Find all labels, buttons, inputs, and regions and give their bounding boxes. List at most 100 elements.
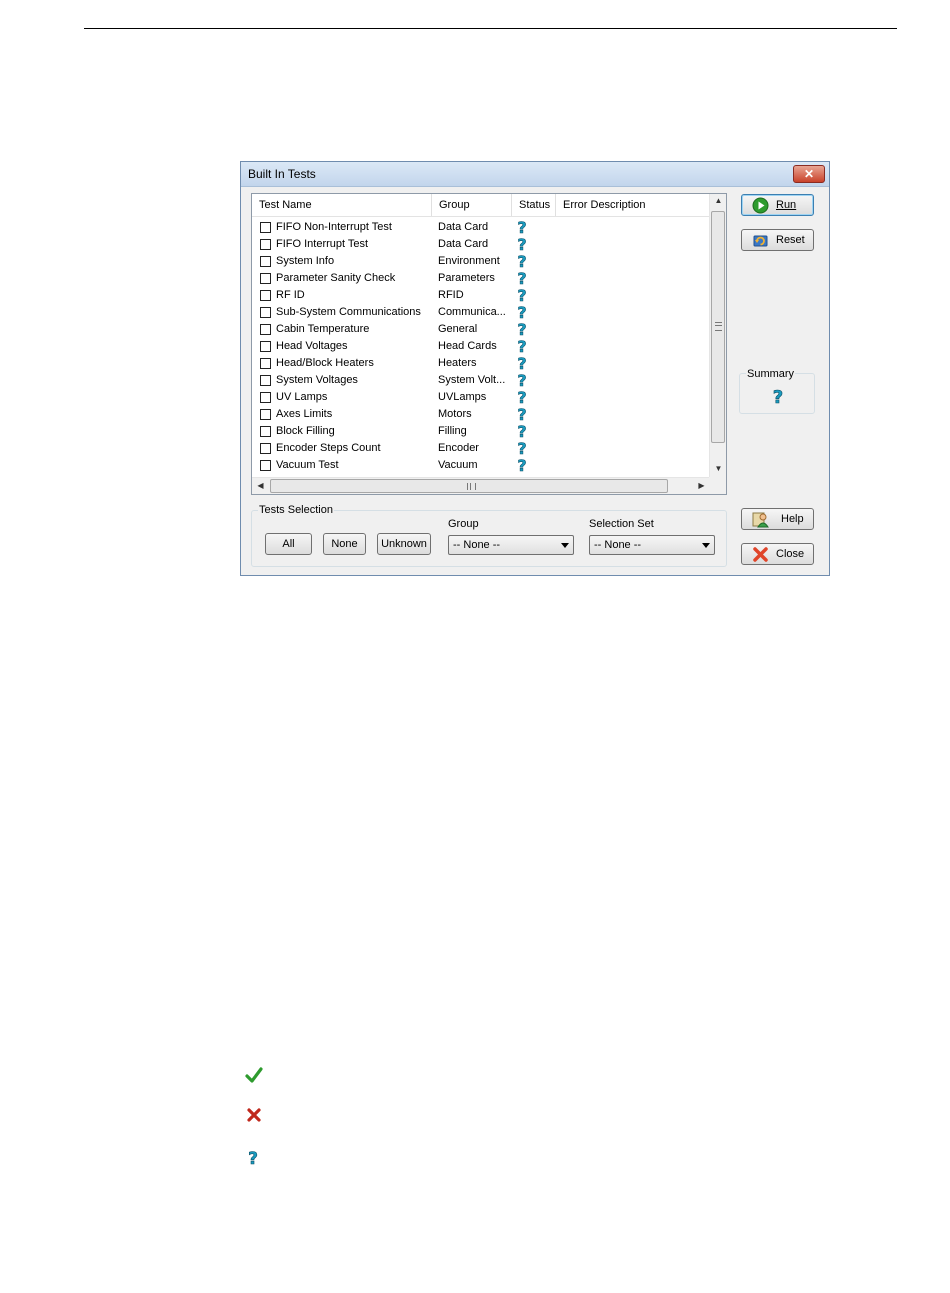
question-icon: ?: [517, 337, 527, 354]
row-checkbox[interactable]: [260, 443, 271, 454]
table-row[interactable]: Axes Limits Motors?: [252, 405, 710, 423]
row-checkbox[interactable]: [260, 324, 271, 335]
row-group: Heaters: [438, 357, 477, 369]
table-row[interactable]: UV Lamps UVLamps?: [252, 388, 710, 406]
chevron-down-icon: [702, 543, 710, 548]
row-test-name: Cabin Temperature: [276, 323, 370, 335]
svg-text:?: ?: [517, 235, 526, 252]
select-unknown-button[interactable]: Unknown: [377, 533, 431, 555]
table-row[interactable]: Vacuum Test Vacuum?: [252, 456, 710, 474]
svg-text:?: ?: [517, 303, 526, 320]
row-group: Environment: [438, 255, 500, 267]
svg-text:?: ?: [517, 388, 526, 405]
vertical-scrollbar[interactable]: ▲ ▼: [709, 194, 726, 477]
row-checkbox[interactable]: [260, 358, 271, 369]
reset-icon: [753, 235, 768, 247]
select-all-button[interactable]: All: [265, 533, 312, 555]
scroll-down-icon[interactable]: ▼: [710, 464, 726, 473]
row-checkbox[interactable]: [260, 426, 271, 437]
table-row[interactable]: Head/Block Heaters Heaters?: [252, 354, 710, 372]
close-label: Close: [776, 548, 805, 560]
question-icon: ?: [517, 303, 527, 320]
selection-set-label: Selection Set: [589, 518, 654, 530]
row-checkbox[interactable]: [260, 256, 271, 267]
horizontal-scrollbar[interactable]: ◀ ▶: [252, 477, 710, 494]
row-group: General: [438, 323, 478, 335]
row-test-name: FIFO Non-Interrupt Test: [276, 221, 392, 233]
column-error-description[interactable]: Error Description: [556, 194, 710, 216]
question-icon: ?: [517, 371, 527, 388]
svg-text:?: ?: [517, 439, 526, 456]
run-button[interactable]: Run: [741, 194, 814, 216]
svg-text:?: ?: [517, 371, 526, 388]
row-checkbox[interactable]: [260, 307, 271, 318]
table-row[interactable]: Head Voltages Head Cards?: [252, 337, 710, 355]
row-test-name: Head/Block Heaters: [276, 357, 374, 369]
row-test-name: Vacuum Test: [276, 459, 339, 471]
table-row[interactable]: FIFO Non-Interrupt Test Data Card?: [252, 219, 710, 236]
row-group: Parameters: [438, 272, 495, 284]
scroll-up-icon[interactable]: ▲: [710, 196, 726, 205]
list-rows: FIFO Non-Interrupt Test Data Card? FIFO In…: [252, 219, 710, 477]
close-icon: [753, 547, 768, 562]
scroll-left-icon[interactable]: ◀: [252, 481, 269, 490]
row-test-name: Encoder Steps Count: [276, 442, 381, 454]
chevron-down-icon: [561, 543, 569, 548]
row-checkbox[interactable]: [260, 239, 271, 250]
close-button[interactable]: Close: [741, 543, 814, 565]
vertical-scroll-thumb[interactable]: [711, 211, 725, 443]
row-checkbox[interactable]: [260, 341, 271, 352]
row-group: RFID: [438, 289, 464, 301]
svg-text:?: ?: [517, 286, 526, 303]
column-test-name[interactable]: Test Name: [252, 194, 432, 216]
table-row[interactable]: Block Filling Filling?: [252, 422, 710, 440]
row-checkbox[interactable]: [260, 460, 271, 471]
row-checkbox[interactable]: [260, 392, 271, 403]
row-test-name: Axes Limits: [276, 408, 333, 420]
run-label: Run: [776, 199, 797, 211]
column-group[interactable]: Group: [432, 194, 512, 216]
table-row[interactable]: Sub-System Communications Communica...?: [252, 303, 710, 321]
row-group: Filling: [438, 425, 467, 437]
help-person-icon: [752, 512, 769, 528]
table-row[interactable]: Parameter Sanity Check Parameters?: [252, 269, 710, 287]
reset-button[interactable]: Reset: [741, 229, 814, 251]
selection-set-select[interactable]: -- None --: [589, 535, 715, 555]
select-none-button[interactable]: None: [323, 533, 366, 555]
table-row[interactable]: Encoder Steps Count Encoder?: [252, 439, 710, 457]
help-button[interactable]: Help: [741, 508, 814, 530]
svg-text:?: ?: [773, 387, 783, 406]
svg-text:?: ?: [517, 337, 526, 354]
column-status[interactable]: Status: [512, 194, 556, 216]
table-row[interactable]: Cabin Temperature General?: [252, 320, 710, 338]
group-select-value: -- None --: [453, 539, 501, 551]
tests-selection-label: Tests Selection: [258, 504, 334, 516]
table-row[interactable]: FIFO Interrupt Test Data Card?: [252, 235, 710, 253]
horizontal-scroll-thumb[interactable]: [270, 479, 668, 493]
table-row[interactable]: System Voltages System Volt...?: [252, 371, 710, 389]
tests-selection-group: Tests Selection All None Unknown Group -…: [251, 504, 727, 567]
svg-text:?: ?: [517, 422, 526, 439]
title-bar: Built In Tests ✕: [241, 162, 829, 187]
row-test-name: FIFO Interrupt Test: [276, 238, 369, 250]
row-group: Communica...: [438, 306, 506, 318]
row-checkbox[interactable]: [260, 409, 271, 420]
table-row[interactable]: System Info Environment?: [252, 252, 710, 270]
question-icon: ?: [517, 320, 527, 337]
row-test-name: RF ID: [276, 289, 305, 301]
row-checkbox[interactable]: [260, 375, 271, 386]
question-icon: ?: [248, 1149, 258, 1166]
row-test-name: System Voltages: [276, 374, 358, 386]
group-select[interactable]: -- None --: [448, 535, 574, 555]
window-close-button[interactable]: ✕: [793, 165, 825, 183]
scroll-right-icon[interactable]: ▶: [693, 481, 710, 490]
svg-text:?: ?: [517, 405, 526, 422]
svg-text:?: ?: [517, 219, 526, 235]
table-row[interactable]: RF ID RFID?: [252, 286, 710, 304]
row-group: Head Cards: [438, 340, 497, 352]
row-checkbox[interactable]: [260, 222, 271, 233]
dialog-title: Built In Tests: [248, 167, 316, 181]
row-checkbox[interactable]: [260, 290, 271, 301]
cross-icon: [247, 1108, 261, 1122]
row-checkbox[interactable]: [260, 273, 271, 284]
